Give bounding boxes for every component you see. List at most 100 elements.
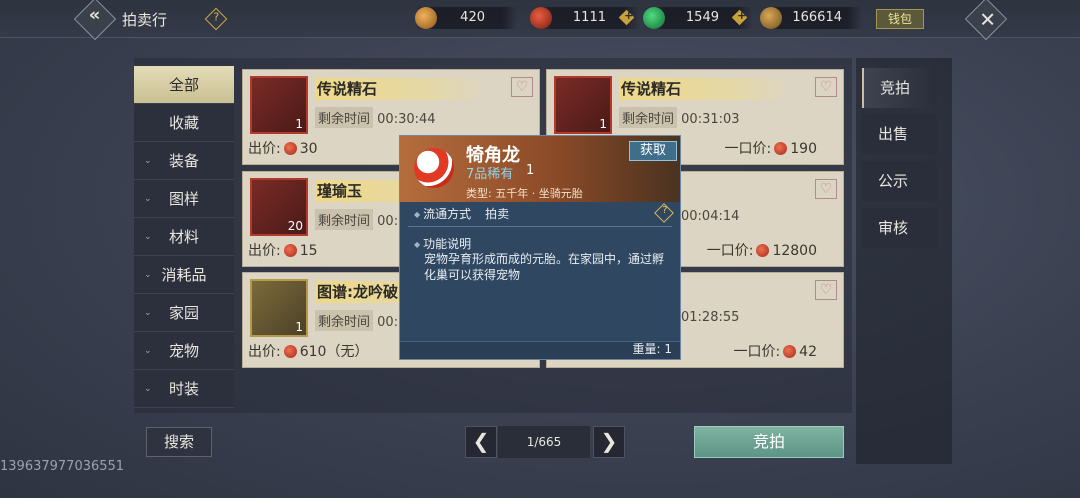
- divider: [408, 226, 672, 227]
- category-home[interactable]: ⌄ 家园: [134, 294, 234, 332]
- price-value: 610（无）: [299, 344, 369, 360]
- question-icon: ?: [662, 204, 668, 216]
- prev-page-button[interactable]: ❮: [465, 426, 497, 458]
- bid-button[interactable]: 竞拍: [694, 426, 844, 458]
- item-thumbnail: 1: [250, 279, 308, 337]
- gold-ingot-icon: [415, 7, 437, 29]
- help-button[interactable]: ?: [204, 7, 228, 31]
- currency-value: 1549: [685, 10, 719, 25]
- item-weight: 重量: 1: [632, 342, 673, 356]
- time-remaining: 剩余时间 00:30:44: [315, 107, 436, 128]
- category-equipment[interactable]: ⌄ 装备: [134, 142, 234, 180]
- currency-red: 1111 +: [530, 7, 640, 29]
- category-label: 装备: [168, 152, 199, 170]
- item-price: 出价: 610（无）: [248, 341, 368, 361]
- price-value: 190: [790, 141, 817, 157]
- time-value: 00:: [377, 315, 399, 330]
- pet-egg-icon: [414, 148, 454, 188]
- add-currency-button[interactable]: +: [618, 8, 635, 26]
- red-coin-icon: [774, 142, 788, 155]
- back-arrow-icon: «: [88, 4, 101, 26]
- function-description: 宠物孕育形成而成的元胎。在家园中，通过孵化巢可以获得宠物: [424, 252, 665, 282]
- page-indicator: 1/665: [498, 426, 590, 458]
- time-label: 剩余时间: [315, 107, 374, 128]
- function-label: 功能说明: [423, 237, 472, 251]
- item-thumbnail: 1: [554, 76, 612, 134]
- price-label: 一口价:: [724, 141, 772, 157]
- plus-icon: +: [737, 8, 747, 22]
- search-button[interactable]: 搜索: [146, 427, 212, 457]
- chevron-down-icon: ⌄: [144, 384, 152, 394]
- close-button[interactable]: ✕: [964, 0, 1008, 41]
- tooltip-rarity: 7品稀有: [466, 167, 514, 182]
- next-page-button[interactable]: ❯: [593, 426, 625, 458]
- category-label: 图样: [168, 190, 199, 208]
- add-currency-button[interactable]: +: [731, 8, 748, 26]
- category-label: 时装: [168, 380, 199, 398]
- tab-bid[interactable]: 竞拍: [862, 68, 937, 108]
- bullet-icon: ◆: [414, 210, 421, 219]
- item-quantity: 1: [599, 117, 607, 131]
- chevron-down-icon: ⌄: [144, 194, 152, 204]
- item-price: 一口价: 190: [725, 138, 817, 158]
- category-fashion[interactable]: ⌄ 时装: [134, 370, 234, 408]
- price-label: 出价:: [248, 344, 281, 360]
- price-label: 一口价:: [706, 243, 754, 259]
- category-label: 宠物: [168, 342, 199, 360]
- price-value: 42: [799, 344, 817, 360]
- wallet-button[interactable]: 钱包: [876, 9, 924, 29]
- category-patterns[interactable]: ⌄ 图样: [134, 180, 234, 218]
- red-coin-icon: [530, 7, 552, 29]
- tooltip-header: 犄角龙 7品稀有 1 类型: 五千年 · 坐骑元胎 获取: [400, 136, 680, 202]
- time-value: 01:28:55: [681, 310, 740, 325]
- category-label: 材料: [168, 228, 199, 246]
- item-thumbnail: 1: [250, 76, 308, 134]
- time-label: 剩余时间: [315, 209, 374, 230]
- tab-public[interactable]: 公示: [862, 161, 937, 201]
- favorite-heart-icon[interactable]: ♡: [815, 77, 837, 97]
- red-coin-icon: [783, 345, 797, 358]
- top-bar: « 拍卖行 ? 420 1111 + 1549 + 166614 钱包 ✕: [0, 0, 1080, 41]
- question-icon: ?: [213, 10, 220, 24]
- item-name: 传说精石: [315, 78, 485, 100]
- currency-gold: 420: [415, 7, 517, 29]
- favorite-heart-icon[interactable]: ♡: [815, 179, 837, 199]
- bronze-icon: [760, 7, 782, 29]
- price-value: 30: [299, 141, 318, 157]
- currency-value: 1111: [572, 10, 606, 25]
- circulation-label: 流通方式: [423, 207, 472, 221]
- plus-icon: +: [624, 8, 634, 22]
- time-value: 00:04:14: [681, 209, 740, 224]
- item-price: 出价: 30: [248, 138, 318, 158]
- favorite-heart-icon[interactable]: ♡: [815, 280, 837, 300]
- circulation-row: ◆ 流通方式 拍卖: [414, 205, 509, 222]
- item-name: 传说精石: [619, 78, 789, 100]
- red-coin-icon: [283, 345, 297, 358]
- chevron-down-icon: ⌄: [144, 232, 152, 242]
- category-label: 全部: [168, 76, 199, 94]
- category-materials[interactable]: ⌄ 材料: [134, 218, 234, 256]
- category-favorites[interactable]: 收藏: [134, 104, 234, 142]
- category-all[interactable]: 全部: [134, 66, 234, 104]
- currency-value: 420: [460, 10, 485, 25]
- item-price: 一口价: 12800: [707, 240, 817, 260]
- time-value: 00:31:03: [681, 112, 740, 127]
- red-coin-icon: [756, 244, 770, 257]
- jade-icon: [643, 7, 665, 29]
- price-label: 出价:: [248, 141, 281, 157]
- category-consumables[interactable]: ⌄ 消耗品: [134, 256, 234, 294]
- back-button[interactable]: «: [73, 0, 117, 41]
- favorite-heart-icon[interactable]: ♡: [511, 77, 533, 97]
- tooltip-help-button[interactable]: ?: [654, 203, 674, 223]
- get-button[interactable]: 获取: [629, 141, 677, 161]
- tab-review[interactable]: 审核: [862, 208, 937, 248]
- item-tooltip: 犄角龙 7品稀有 1 类型: 五千年 · 坐骑元胎 获取 ◆ 流通方式 拍卖 ? ◆…: [399, 135, 681, 360]
- item-price: 出价: 15: [248, 240, 318, 260]
- price-label: 一口价:: [733, 344, 781, 360]
- page-title: 拍卖行: [122, 11, 168, 29]
- chevron-down-icon: ⌄: [144, 308, 152, 318]
- mode-tabs: 竞拍 出售 公示 审核: [856, 58, 952, 464]
- currency-jade: 1549 +: [643, 7, 753, 29]
- tab-sell[interactable]: 出售: [862, 114, 937, 154]
- category-pets[interactable]: ⌄ 宠物: [134, 332, 234, 370]
